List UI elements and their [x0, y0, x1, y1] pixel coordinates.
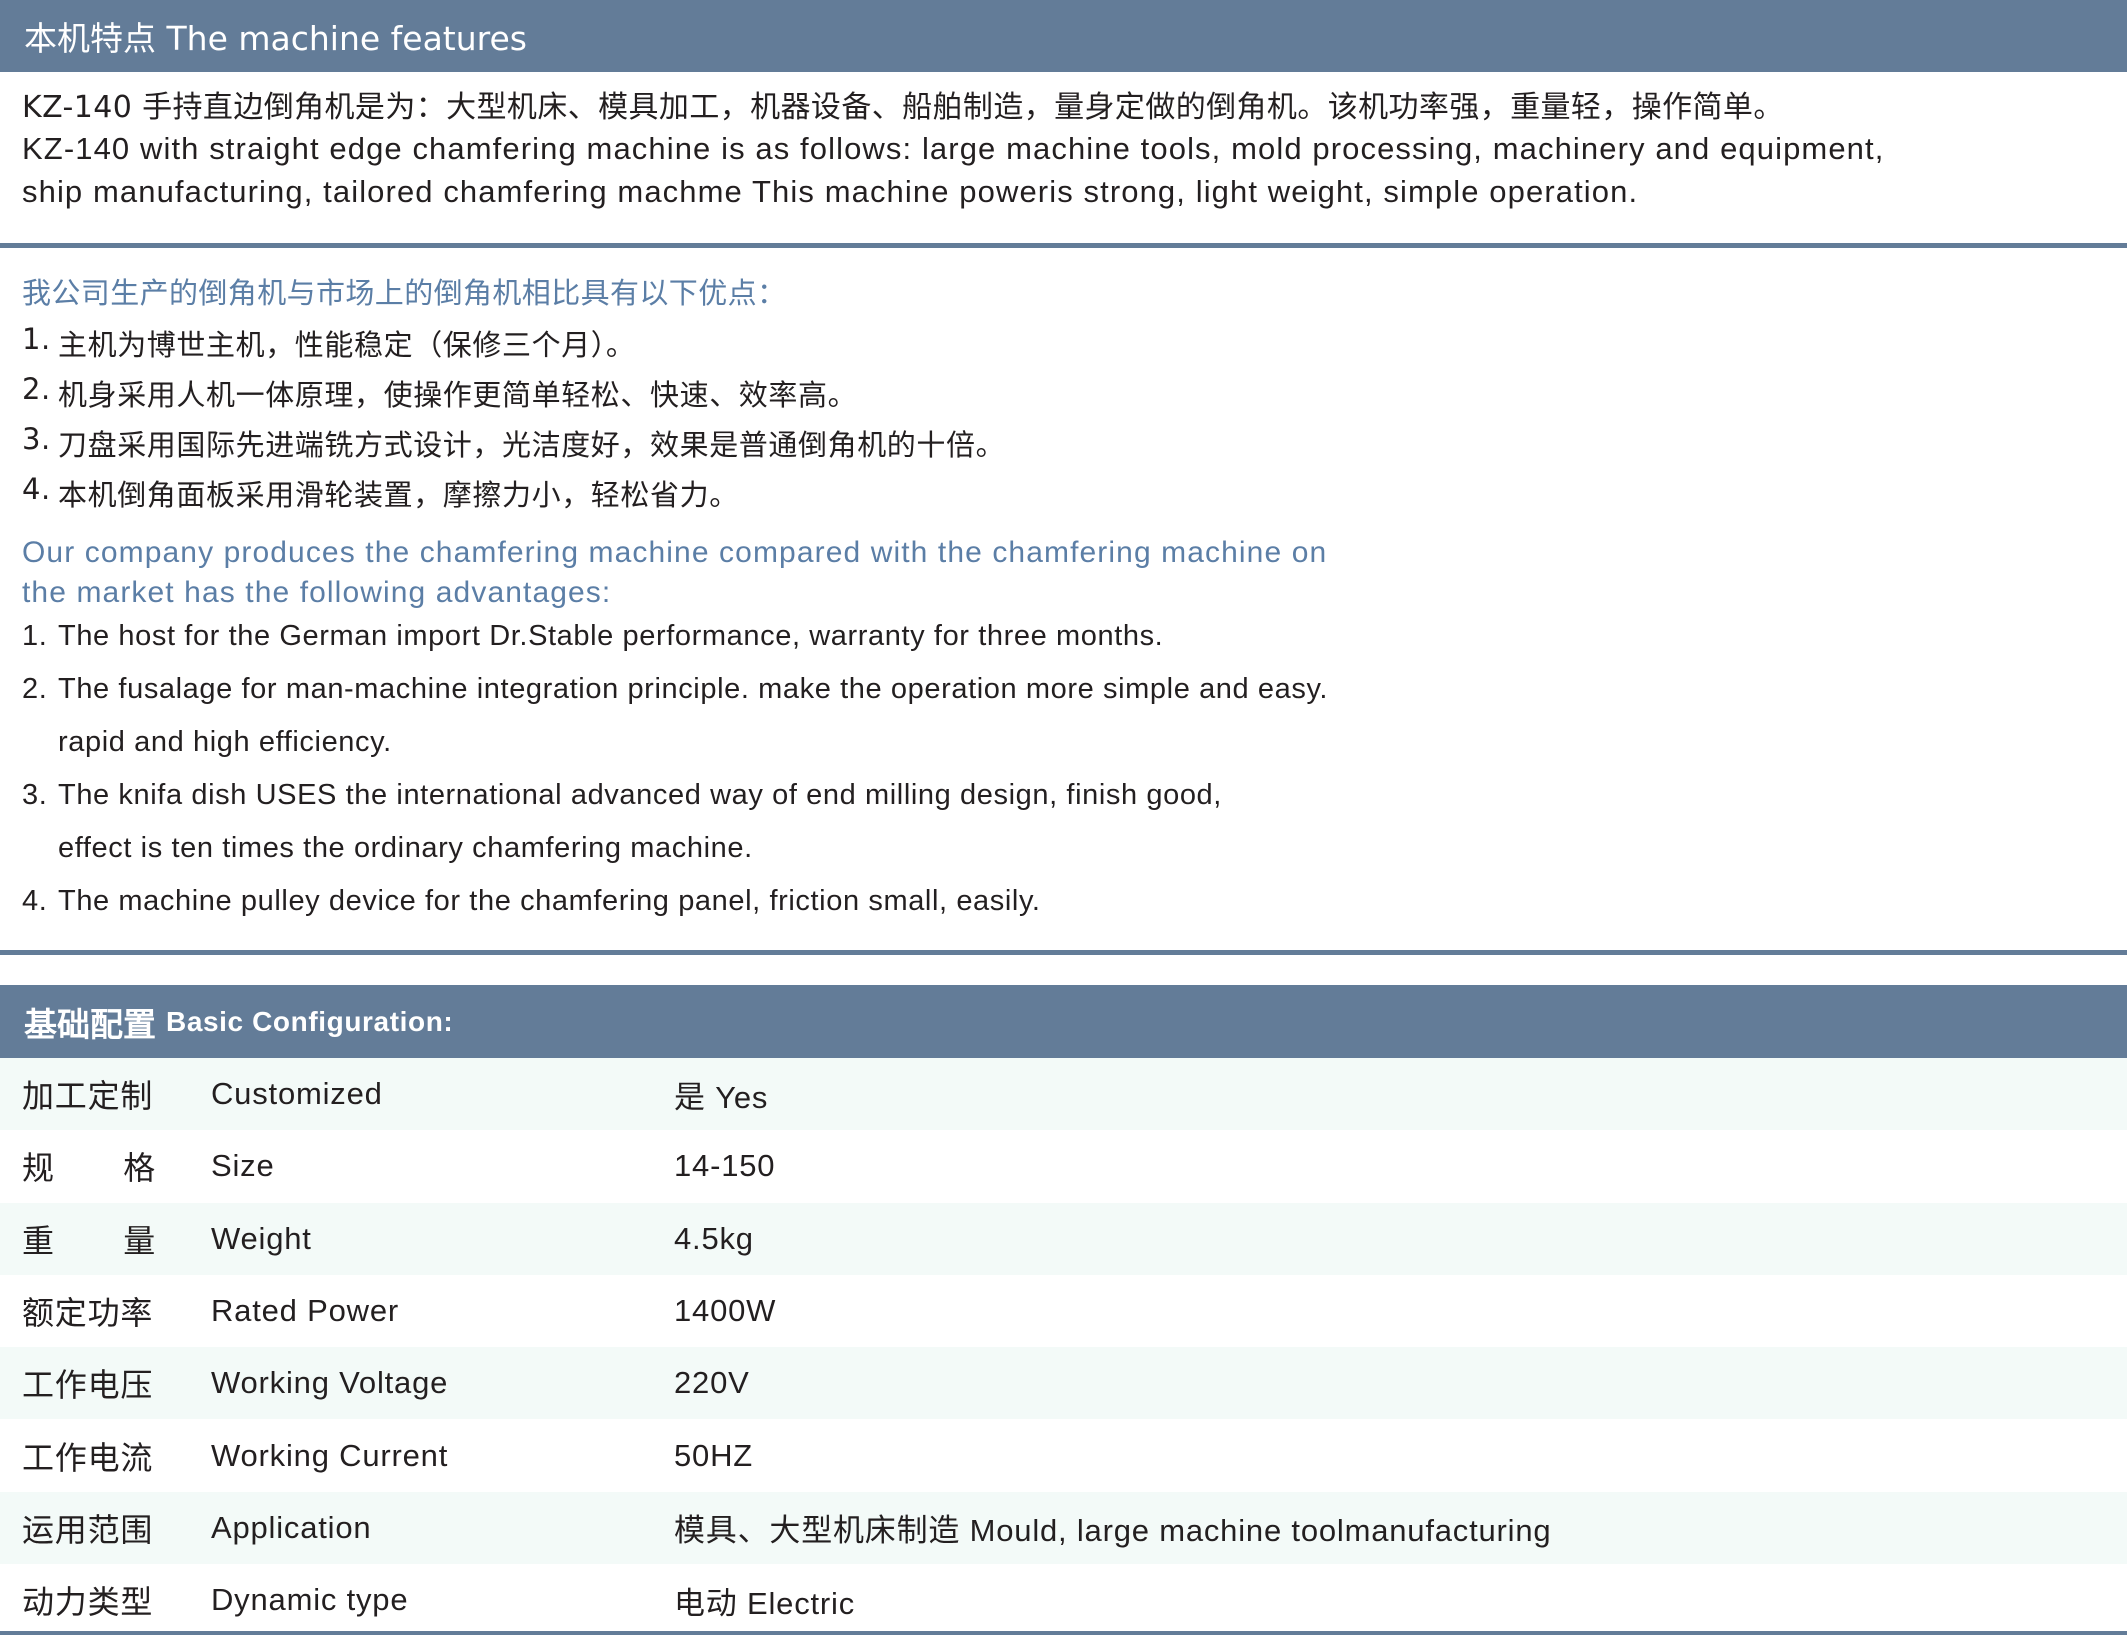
table-row: 加工定制 Customized 是 Yes	[0, 1058, 2127, 1131]
row-label-en: Rated Power	[211, 1293, 400, 1329]
row-value: 是 Yes	[674, 1079, 769, 1115]
row-label-cn: 额定功率	[22, 1294, 154, 1333]
row-label-char: 重	[22, 1221, 55, 1260]
row-label-en: Size	[211, 1148, 275, 1184]
config-table: 加工定制 Customized 是 Yes 规格 Size 14-150 重量 …	[0, 1058, 2127, 1636]
row-label-char: 格	[123, 1149, 156, 1188]
row-label-char: 规	[22, 1149, 55, 1188]
advantage-text: The host for the German import Dr.Stable…	[58, 620, 1164, 652]
features-header: 本机特点 The machine features	[0, 0, 2127, 72]
advantage-text-continued: rapid and high efficiency.	[58, 726, 392, 758]
row-label-en: Customized	[211, 1076, 383, 1112]
advantage-text: The knifa dish USES the international ad…	[58, 779, 1222, 811]
advantage-item-en: 1. The host for the German import Dr.Sta…	[22, 620, 1163, 653]
advantage-item-cn: 1. 主机为博世主机，性能稳定（保修三个月）。	[22, 322, 636, 364]
config-header: 基础配置 Basic Configuration:	[0, 985, 2127, 1058]
advantages-title-en-line-2: the market has the following advantages:	[22, 576, 612, 609]
row-label-cn: 动力类型	[22, 1583, 154, 1622]
advantage-number: 1.	[22, 322, 51, 356]
row-label-cn-spaced: 重量	[22, 1216, 156, 1262]
features-heading: 本机特点 The machine features	[24, 19, 527, 58]
table-row: 动力类型 Dynamic type 电动 Electric	[0, 1564, 2127, 1636]
row-label-en: Weight	[211, 1220, 312, 1256]
features-desc-cn: KZ-140 手持直边倒角机是为：大型机床、模具加工，机器设备、船舶制造，量身定…	[22, 90, 1784, 125]
advantage-number: 4.	[22, 472, 51, 506]
advantage-item-cn: 4. 本机倒角面板采用滑轮装置，摩擦力小，轻松省力。	[22, 472, 739, 514]
advantage-number: 3.	[22, 422, 51, 456]
config-heading-en: Basic Configuration:	[166, 1005, 454, 1037]
section-divider-bottom	[0, 950, 2127, 955]
advantage-text: 主机为博世主机，性能稳定（保修三个月）。	[58, 328, 636, 362]
row-label-cn: 工作电压	[22, 1366, 154, 1405]
advantage-text: 本机倒角面板采用滑轮装置，摩擦力小，轻松省力。	[58, 478, 739, 512]
config-heading-cn: 基础配置	[24, 1004, 156, 1044]
table-row: 规格 Size 14-150	[0, 1130, 2127, 1202]
advantage-text: 刀盘采用国际先进端铣方式设计，光洁度好，效果是普通倒角机的十倍。	[58, 428, 1006, 462]
advantage-number: 3.	[22, 779, 48, 811]
table-bottom-rule	[0, 1631, 2127, 1635]
section-divider-top	[0, 243, 2127, 248]
row-value: 1400W	[674, 1293, 777, 1329]
features-desc-en-line-1: KZ-140 with straight edge chamfering mac…	[22, 131, 1885, 166]
advantages-title-cn: 我公司生产的倒角机与市场上的倒角机相比具有以下优点：	[22, 276, 787, 310]
row-label-cn: 运用范围	[22, 1510, 154, 1549]
features-desc-en-line-2: ship manufacturing, tailored chamfering …	[22, 174, 1639, 209]
advantage-number: 1.	[22, 620, 48, 652]
row-label-en: Working Voltage	[211, 1365, 449, 1401]
table-row: 运用范围 Application 模具、大型机床制造 Mould, large …	[0, 1491, 2127, 1565]
advantage-item-cn: 2. 机身采用人机一体原理，使操作更简单轻松、快速、效率高。	[22, 372, 857, 414]
row-value: 4.5kg	[674, 1220, 754, 1256]
table-row: 工作电流 Working Current 50HZ	[0, 1419, 2127, 1491]
row-value: 50HZ	[674, 1437, 754, 1473]
table-row: 工作电压 Working Voltage 220V	[0, 1347, 2127, 1420]
advantage-number: 4.	[22, 885, 48, 917]
advantage-number: 2.	[22, 673, 48, 705]
row-label-cn: 加工定制	[22, 1077, 154, 1116]
row-label-cn: 重量	[0, 1216, 211, 1262]
table-row: 额定功率 Rated Power 1400W	[0, 1275, 2127, 1347]
advantage-number: 2.	[22, 372, 51, 406]
advantages-title-en-line-1: Our company produces the chamfering mach…	[22, 536, 1328, 569]
advantage-text: The fusalage for man-machine integration…	[58, 673, 1329, 705]
advantage-item-en: 2. The fusalage for man-machine integrat…	[22, 673, 1328, 706]
row-value: 模具、大型机床制造 Mould, large machine toolmanuf…	[674, 1513, 1552, 1549]
advantage-text-continued: effect is ten times the ordinary chamfer…	[58, 832, 753, 864]
row-label-en: Dynamic type	[211, 1582, 409, 1618]
advantage-text: 机身采用人机一体原理，使操作更简单轻松、快速、效率高。	[58, 378, 858, 412]
row-label-en: Working Current	[211, 1437, 449, 1473]
row-value: 电动 Electric	[674, 1585, 856, 1621]
advantage-item-cn: 3. 刀盘采用国际先进端铣方式设计，光洁度好，效果是普通倒角机的十倍。	[22, 422, 1005, 464]
advantage-text: The machine pulley device for the chamfe…	[58, 885, 1041, 917]
row-label-en: Application	[211, 1509, 372, 1545]
row-label-char: 量	[123, 1221, 156, 1260]
row-value: 220V	[674, 1365, 750, 1401]
row-label-cn-spaced: 规格	[22, 1143, 156, 1189]
advantage-item-en: 3. The knifa dish USES the international…	[22, 779, 1222, 812]
row-value: 14-150	[674, 1148, 776, 1184]
advantage-item-en: 4. The machine pulley device for the cha…	[22, 885, 1041, 918]
row-label-cn: 工作电流	[22, 1438, 154, 1477]
row-label-cn: 规格	[0, 1143, 211, 1189]
table-row: 重量 Weight 4.5kg	[0, 1202, 2127, 1275]
